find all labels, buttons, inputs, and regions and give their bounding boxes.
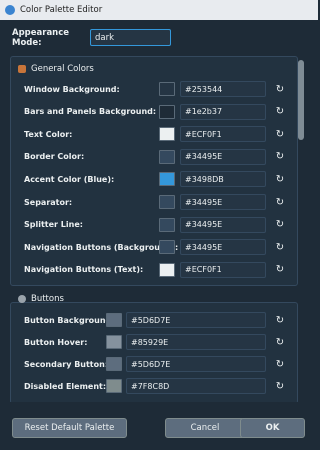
- reset-color-icon[interactable]: ↻: [274, 379, 286, 393]
- general-color-color-swatch[interactable]: [159, 104, 175, 119]
- reset-color-icon[interactable]: ↻: [274, 195, 286, 209]
- title-bar: Color Palette Editor: [0, 0, 318, 20]
- reset-color-icon[interactable]: ↻: [274, 313, 286, 327]
- general-color-color-swatch[interactable]: [159, 172, 175, 187]
- reset-color-icon[interactable]: ↻: [274, 172, 286, 186]
- general-color-hex-field[interactable]: #1e2b37: [180, 103, 266, 120]
- button-color-label: Button Hover:: [24, 337, 88, 347]
- button-color-color-swatch[interactable]: [106, 335, 122, 349]
- buttons-header: Buttons: [18, 294, 64, 304]
- button-color-label: Secondary Button:: [24, 359, 109, 369]
- reset-color-icon[interactable]: ↻: [274, 105, 286, 119]
- general-color-label: Navigation Buttons (Text):: [24, 265, 144, 275]
- appearance-mode-label: Appearance Mode:: [12, 27, 70, 48]
- general-color-hex-field[interactable]: #ECF0F1: [180, 261, 266, 278]
- app-icon: [5, 5, 15, 15]
- general-color-color-swatch[interactable]: [159, 240, 175, 255]
- scrollbar-thumb[interactable]: [298, 60, 304, 140]
- general-color-label: Splitter Line:: [24, 220, 83, 230]
- general-color-label: Accent Color (Blue):: [24, 174, 115, 184]
- general-colors-title: General Colors: [31, 64, 94, 74]
- general-color-label: Window Background:: [24, 84, 120, 94]
- window-title: Color Palette Editor: [20, 5, 103, 15]
- button-color-hex-field[interactable]: #5D6D7E: [126, 356, 266, 372]
- general-color-color-swatch[interactable]: [159, 82, 175, 96]
- general-color-label: Navigation Buttons (Background):: [24, 242, 179, 252]
- cancel-button[interactable]: Cancel: [165, 418, 245, 438]
- buttons-title: Buttons: [31, 294, 64, 304]
- appearance-mode-row: Appearance Mode: dark: [12, 27, 171, 48]
- reset-color-icon[interactable]: ↻: [274, 357, 286, 371]
- general-color-hex-field[interactable]: #34495E: [180, 194, 266, 210]
- button-color-color-swatch[interactable]: [106, 379, 122, 393]
- button-color-hex-field[interactable]: #5D6D7E: [126, 312, 266, 328]
- general-color-hex-field[interactable]: #3498DB: [180, 171, 266, 188]
- general-color-label: Separator:: [24, 197, 73, 207]
- button-color-hex-field[interactable]: #7F8C8D: [126, 378, 266, 394]
- general-color-label: Text Color:: [24, 129, 73, 139]
- appearance-mode-input[interactable]: dark: [90, 29, 171, 46]
- reset-color-icon[interactable]: ↻: [274, 218, 286, 232]
- ok-button[interactable]: OK: [240, 418, 305, 438]
- reset-color-icon[interactable]: ↻: [274, 127, 286, 141]
- general-color-hex-field[interactable]: #ECF0F1: [180, 126, 266, 143]
- general-color-hex-field[interactable]: #34495E: [180, 239, 266, 256]
- reset-color-icon[interactable]: ↻: [274, 240, 286, 254]
- reset-color-icon[interactable]: ↻: [274, 263, 286, 277]
- reset-default-palette-button[interactable]: Reset Default Palette: [12, 418, 127, 438]
- palette-icon: [18, 65, 26, 73]
- palette-scroll-area: General Colors Window Background: #253544…: [10, 56, 308, 402]
- button-circle-icon: [18, 295, 26, 303]
- button-color-color-swatch[interactable]: [106, 313, 122, 327]
- general-color-label: Bars and Panels Background:: [24, 107, 157, 117]
- general-color-hex-field[interactable]: #253544: [180, 81, 266, 97]
- reset-color-icon[interactable]: ↻: [274, 335, 286, 349]
- button-color-label: Button Background:: [24, 315, 115, 325]
- general-color-color-swatch[interactable]: [159, 195, 175, 209]
- button-color-label: Disabled Element:: [24, 381, 107, 391]
- general-color-color-swatch[interactable]: [159, 262, 175, 277]
- button-color-color-swatch[interactable]: [106, 357, 122, 371]
- reset-color-icon[interactable]: ↻: [274, 82, 286, 96]
- general-color-label: Border Color:: [24, 152, 85, 162]
- general-color-color-swatch[interactable]: [159, 217, 175, 232]
- reset-color-icon[interactable]: ↻: [274, 150, 286, 164]
- button-color-hex-field[interactable]: #85929E: [126, 334, 266, 350]
- general-colors-header: General Colors: [18, 64, 94, 74]
- general-color-color-swatch[interactable]: [159, 149, 175, 164]
- general-color-color-swatch[interactable]: [159, 127, 175, 142]
- general-color-hex-field[interactable]: #34495E: [180, 148, 266, 165]
- general-color-hex-field[interactable]: #34495E: [180, 216, 266, 233]
